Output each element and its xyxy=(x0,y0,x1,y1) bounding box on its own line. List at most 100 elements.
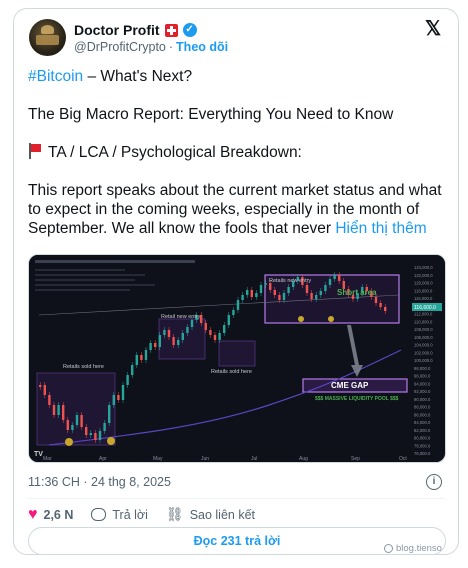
candle-body xyxy=(131,365,134,375)
label-retail-new-entry-mid: Retail new entry xyxy=(161,314,201,320)
verified-badge-icon: ✓ xyxy=(182,23,197,37)
time-tick-label: Apr xyxy=(99,456,107,462)
candle-body xyxy=(140,355,143,360)
tweet-text: #Bitcoin – What's Next? The Big Macro Re… xyxy=(28,67,448,238)
copy-link-button[interactable]: ⛓ Sao liên kết xyxy=(166,506,255,523)
candle-body xyxy=(273,290,276,295)
candle-body xyxy=(103,423,106,431)
label-retails-new-entry-top: Retails new entry xyxy=(269,278,311,284)
tweet-line-2: The Big Macro Report: Everything You Nee… xyxy=(28,106,394,123)
candle-body xyxy=(167,330,171,337)
candle-body xyxy=(57,405,60,415)
price-tick-label: 104,000.0 xyxy=(414,343,433,348)
price-tick-label: 122,000.0 xyxy=(414,273,433,278)
candle-body xyxy=(264,283,267,285)
like-button[interactable]: ♥ 2,6 N xyxy=(28,505,74,523)
time-tick-label: May xyxy=(153,456,163,462)
price-tick-label: 76,000.0 xyxy=(414,451,431,456)
svg-text:TV: TV xyxy=(34,451,43,458)
candle-body xyxy=(246,290,249,295)
candle-body xyxy=(324,285,327,291)
candle-body xyxy=(43,385,46,395)
price-tick-label: 108,000.0 xyxy=(414,327,433,332)
x-logo-icon[interactable]: 𝕏 xyxy=(424,19,442,39)
candle-body xyxy=(190,320,194,327)
hashtag-bitcoin[interactable]: #Bitcoin xyxy=(28,68,83,85)
candle-body xyxy=(255,293,258,297)
candle-body xyxy=(154,343,157,347)
price-tick-label: 116,000.0 xyxy=(414,296,433,301)
follow-button[interactable]: Theo dõi xyxy=(176,40,228,54)
author-handle[interactable]: @DrProfitCrypto xyxy=(74,40,166,54)
tweet-line-3: TA / LCA / Psychological Breakdown: xyxy=(48,144,302,161)
price-tick-label: 78,000.0 xyxy=(414,443,431,448)
candle-body xyxy=(379,303,382,307)
price-tick-label: 94,000.0 xyxy=(414,381,431,386)
show-more-link[interactable]: Hiển thị thêm xyxy=(335,220,426,237)
candle-body xyxy=(144,350,148,360)
candle-body xyxy=(172,337,175,345)
copy-link-label: Sao liên kết xyxy=(189,507,256,522)
label-cme-gap: CME GAP xyxy=(331,381,369,390)
candle-body xyxy=(48,395,51,405)
like-count: 2,6 N xyxy=(43,507,74,522)
action-bar: ♥ 2,6 N Trả lời ⛓ Sao liên kết xyxy=(28,506,273,523)
candle-body xyxy=(223,325,226,333)
candle-body xyxy=(328,279,332,285)
candle-body xyxy=(158,335,161,347)
watermark: blog.tienso xyxy=(384,543,442,554)
candle-body xyxy=(319,291,322,295)
candle-body xyxy=(384,307,387,311)
candle-body xyxy=(213,335,217,340)
candle-body xyxy=(204,323,207,330)
candle-body xyxy=(62,405,65,420)
info-icon[interactable]: i xyxy=(426,474,442,490)
candle-body xyxy=(98,431,102,440)
price-tick-label: 110,000.0 xyxy=(414,319,433,324)
candle-body xyxy=(108,405,111,423)
divider xyxy=(28,498,444,499)
price-tick-label: 98,000.0 xyxy=(414,366,431,371)
swiss-flag-icon xyxy=(164,23,178,37)
price-tick-label: 82,000.0 xyxy=(414,428,431,433)
price-tick-label: 106,000.0 xyxy=(414,335,433,340)
candle-body xyxy=(112,395,115,405)
candle-body xyxy=(282,293,286,300)
price-tick-label: 90,000.0 xyxy=(414,397,431,402)
author-display-name[interactable]: Doctor Profit xyxy=(74,22,160,38)
tweet-card: Doctor Profit ✓ @DrProfitCrypto · Theo d… xyxy=(13,8,459,555)
candle-body xyxy=(227,315,230,325)
price-tick-label: 120,000.0 xyxy=(414,281,433,286)
candle-body xyxy=(374,297,378,303)
chart-image[interactable]: 124,000.0 122,000.0 120,000.0 118,000.0 116,… xyxy=(28,254,446,463)
candle-body xyxy=(181,333,184,340)
candle-body xyxy=(232,310,235,315)
candle-body xyxy=(338,275,341,281)
heart-icon: ♥ xyxy=(28,505,38,523)
time-tick-label: Aug xyxy=(299,456,308,462)
price-tick-label: 102,000.0 xyxy=(414,350,433,355)
tweet-timestamp[interactable]: 11:36 CH · 24 thg 8, 2025 xyxy=(28,475,171,489)
candle-body xyxy=(121,385,125,400)
price-tick-label: 92,000.0 xyxy=(414,389,431,394)
candle-body xyxy=(52,405,56,415)
time-tick-label: Mar xyxy=(43,456,52,462)
candle-body xyxy=(66,420,69,430)
time-tick-label: Jul xyxy=(251,456,257,462)
reply-button[interactable]: Trả lời xyxy=(91,508,148,522)
avatar[interactable] xyxy=(29,19,66,56)
price-tick-label: 118,000.0 xyxy=(414,288,433,293)
time-tick-label: Jun xyxy=(201,456,209,462)
link-icon: ⛓ xyxy=(165,506,184,522)
candle-body xyxy=(269,283,272,290)
watermark-logo-icon xyxy=(384,544,393,553)
price-tick-label: 80,000.0 xyxy=(414,436,431,441)
candle-body xyxy=(71,425,74,430)
price-tick-label: 96,000.0 xyxy=(414,374,431,379)
candle-body xyxy=(186,327,189,333)
candle-body xyxy=(236,300,240,310)
candle-body xyxy=(94,433,97,440)
candle-body xyxy=(80,415,83,427)
candle-body xyxy=(315,295,318,299)
current-price-tag: 116,600.0 xyxy=(414,305,436,311)
